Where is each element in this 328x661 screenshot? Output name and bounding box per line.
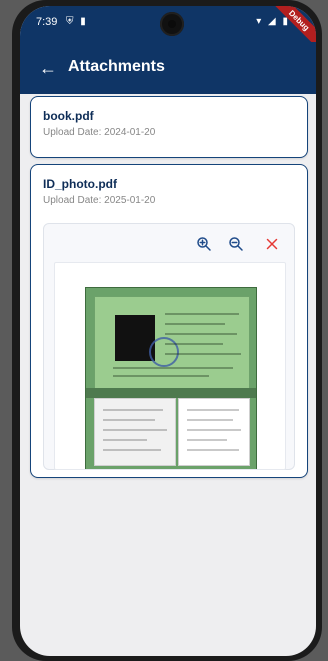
signal-icon: ◢ [268, 16, 276, 27]
sim-icon: ▮ [80, 16, 86, 27]
card-line [165, 333, 237, 335]
attachments-list: book.pdf Upload Date: 2024-01-20 ID_phot… [20, 94, 316, 656]
id-card-photo [85, 287, 257, 469]
arrow-left-icon: ← [39, 57, 57, 78]
attachment-name: ID_photo.pdf [43, 177, 117, 191]
card-line [113, 375, 209, 377]
page-title: Attachments [68, 58, 165, 75]
card-line [165, 343, 223, 345]
paper-line [187, 439, 227, 441]
pdf-viewer[interactable] [43, 223, 295, 470]
card-line [165, 313, 239, 315]
paper-line [187, 419, 233, 421]
status-bar: 7:39 ⛨ ▮ ▾ ◢ ▮ Debug [20, 6, 316, 50]
paper-line [187, 429, 241, 431]
official-stamp [149, 337, 179, 367]
card-line [113, 367, 233, 369]
status-right-icons: ▾ ◢ ▮ [252, 16, 288, 27]
paper-line [103, 419, 155, 421]
paper-line [103, 449, 161, 451]
zoom-in-icon [197, 237, 211, 251]
attachment-card-book[interactable]: book.pdf Upload Date: 2024-01-20 [30, 96, 308, 158]
paper-line [103, 409, 163, 411]
zoom-in-button[interactable] [192, 232, 216, 256]
id-card-back-left [94, 398, 176, 466]
back-button[interactable]: ← [32, 52, 64, 84]
status-left-icons: ⛨ ▮ [66, 16, 90, 27]
paper-line [187, 409, 239, 411]
wifi-icon: ▾ [256, 16, 262, 27]
zoom-out-button[interactable] [224, 232, 248, 256]
card-stripe [86, 388, 256, 398]
attachment-name: book.pdf [43, 109, 94, 123]
paper-line [103, 439, 147, 441]
id-card-front [94, 296, 250, 390]
card-line [165, 323, 225, 325]
close-icon [266, 238, 278, 250]
paper-line [103, 429, 167, 431]
shield-icon: ⛨ [66, 16, 74, 27]
document-preview [54, 262, 286, 470]
zoom-out-icon [229, 237, 243, 251]
attachment-card-id-photo[interactable]: ID_photo.pdf Upload Date: 2025-01-20 [30, 164, 308, 478]
screen: 7:39 ⛨ ▮ ▾ ◢ ▮ Debug ← Attachments book.… [20, 6, 316, 656]
phone-frame: 7:39 ⛨ ▮ ▾ ◢ ▮ Debug ← Attachments book.… [12, 0, 322, 661]
close-preview-button[interactable] [260, 232, 284, 256]
status-time: 7:39 [36, 16, 58, 28]
attachment-upload-date: Upload Date: 2024-01-20 [43, 127, 156, 138]
card-line [165, 353, 241, 355]
app-bar: ← Attachments [20, 42, 316, 94]
paper-line [187, 449, 239, 451]
id-card-back-right [178, 398, 250, 466]
camera-cutout [160, 12, 184, 36]
attachment-upload-date: Upload Date: 2025-01-20 [43, 195, 156, 206]
